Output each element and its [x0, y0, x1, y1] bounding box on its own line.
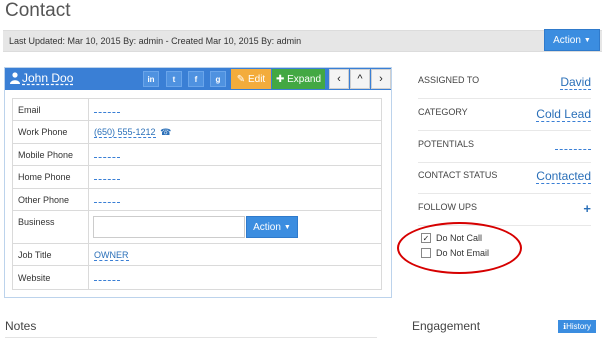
business-input[interactable] — [93, 216, 245, 238]
field-row-home-phone: Home Phone — [12, 165, 382, 189]
expand-label: Expand — [287, 73, 322, 85]
contact-fields-table: Email Work Phone (650) 555-1212 ☎ Mobile… — [12, 98, 382, 290]
add-follow-up-icon[interactable]: + — [583, 201, 591, 216]
facebook-glyph: f — [194, 74, 198, 84]
chevron-up-icon: ^ — [357, 73, 363, 85]
business-cell: Action ▼ — [88, 210, 382, 244]
google-icon[interactable]: g — [210, 71, 226, 87]
empty-value-placeholder[interactable] — [94, 275, 120, 281]
chevron-down-icon: ▼ — [583, 36, 591, 44]
contact-status-value[interactable]: Contacted — [536, 169, 591, 184]
mobile-phone-value[interactable] — [88, 143, 382, 166]
home-phone-value[interactable] — [88, 165, 382, 189]
field-label: Business — [12, 210, 89, 244]
notes-heading: Notes — [5, 319, 37, 333]
assigned-to-value[interactable]: David — [560, 75, 591, 90]
contact-name[interactable]: John Doo — [22, 71, 73, 85]
follow-ups-label: FOLLOW UPS — [418, 202, 478, 212]
facebook-icon[interactable]: f — [188, 71, 204, 87]
notes-divider — [5, 337, 377, 338]
google-glyph: g — [215, 74, 221, 84]
field-label: Home Phone — [12, 165, 89, 189]
follow-ups-row: FOLLOW UPS + — [418, 195, 591, 226]
category-value[interactable]: Cold Lead — [536, 107, 591, 122]
field-row-mobile-phone: Mobile Phone — [12, 143, 382, 166]
next-button[interactable]: › — [371, 69, 391, 89]
chevron-left-icon: ‹ — [337, 73, 341, 85]
field-row-other-phone: Other Phone — [12, 188, 382, 211]
action-label: Action — [553, 34, 581, 46]
contact-status-row: CONTACT STATUS Contacted — [418, 163, 591, 194]
person-icon — [10, 72, 20, 84]
empty-value-placeholder[interactable] — [94, 107, 120, 113]
job-title-value[interactable]: OWNER — [94, 249, 129, 261]
previous-button[interactable]: ‹ — [329, 69, 349, 89]
email-value[interactable] — [88, 98, 382, 121]
engagement-heading: Engagement — [412, 319, 481, 333]
card-header: John Doo in t f g ✎ Edit ✚ Expand ‹ ^ › — [5, 68, 391, 90]
field-label: Mobile Phone — [12, 143, 89, 166]
red-annotation-circle — [397, 222, 522, 274]
potentials-label: POTENTIALS — [418, 139, 475, 149]
linkedin-glyph: in — [147, 74, 155, 84]
contact-status-label: CONTACT STATUS — [418, 170, 498, 180]
empty-value-placeholder[interactable] — [94, 197, 120, 203]
assigned-to-row: ASSIGNED TO David — [418, 68, 591, 99]
action-dropdown-button[interactable]: Action ▼ — [544, 29, 600, 51]
contact-card: John Doo in t f g ✎ Edit ✚ Expand ‹ ^ › … — [4, 67, 392, 298]
twitter-glyph: t — [172, 74, 176, 84]
field-label: Job Title — [12, 243, 89, 266]
chevron-down-icon: ▼ — [283, 223, 291, 231]
work-phone-cell: (650) 555-1212 ☎ — [88, 120, 382, 144]
empty-value-placeholder[interactable] — [94, 174, 120, 180]
history-label: History — [566, 322, 591, 331]
phone-icon[interactable]: ☎ — [160, 127, 171, 137]
chevron-right-icon: › — [379, 73, 383, 85]
field-label: Email — [12, 98, 89, 121]
field-label: Website — [12, 265, 89, 290]
other-phone-value[interactable] — [88, 188, 382, 211]
work-phone-value[interactable]: (650) 555-1212 — [94, 126, 156, 138]
edit-button[interactable]: ✎ Edit — [231, 69, 271, 89]
field-row-email: Email — [12, 98, 382, 121]
page-title: Contact — [5, 0, 71, 21]
expand-button[interactable]: ✚ Expand — [272, 69, 325, 89]
field-label: Work Phone — [12, 120, 89, 144]
website-value[interactable] — [88, 265, 382, 290]
linkedin-icon[interactable]: in — [143, 71, 159, 87]
empty-value-placeholder[interactable] — [94, 152, 120, 158]
edit-label: Edit — [247, 73, 266, 85]
field-row-website: Website — [12, 265, 382, 290]
potentials-value[interactable] — [555, 146, 591, 150]
field-row-work-phone: Work Phone (650) 555-1212 ☎ — [12, 120, 382, 144]
category-row: CATEGORY Cold Lead — [418, 100, 591, 131]
business-controls: Action ▼ — [93, 216, 381, 238]
updated-text: Last Updated: Mar 10, 2015 By: admin - C… — [9, 36, 302, 46]
pencil-icon: ✎ — [236, 73, 246, 85]
action-label: Action — [253, 221, 281, 233]
plus-icon: ✚ — [275, 73, 285, 85]
job-title-cell: OWNER — [88, 243, 382, 266]
category-label: CATEGORY — [418, 107, 468, 117]
twitter-icon[interactable]: t — [166, 71, 182, 87]
potentials-row: POTENTIALS — [418, 132, 591, 163]
assigned-to-label: ASSIGNED TO — [418, 75, 480, 85]
field-row-job-title: Job Title OWNER — [12, 243, 382, 266]
updated-bar: Last Updated: Mar 10, 2015 By: admin - C… — [3, 30, 602, 52]
up-button[interactable]: ^ — [350, 69, 370, 89]
field-row-business: Business Action ▼ — [12, 210, 382, 244]
history-button[interactable]: ℹ History — [558, 320, 596, 333]
business-action-button[interactable]: Action ▼ — [246, 216, 298, 238]
field-label: Other Phone — [12, 188, 89, 211]
